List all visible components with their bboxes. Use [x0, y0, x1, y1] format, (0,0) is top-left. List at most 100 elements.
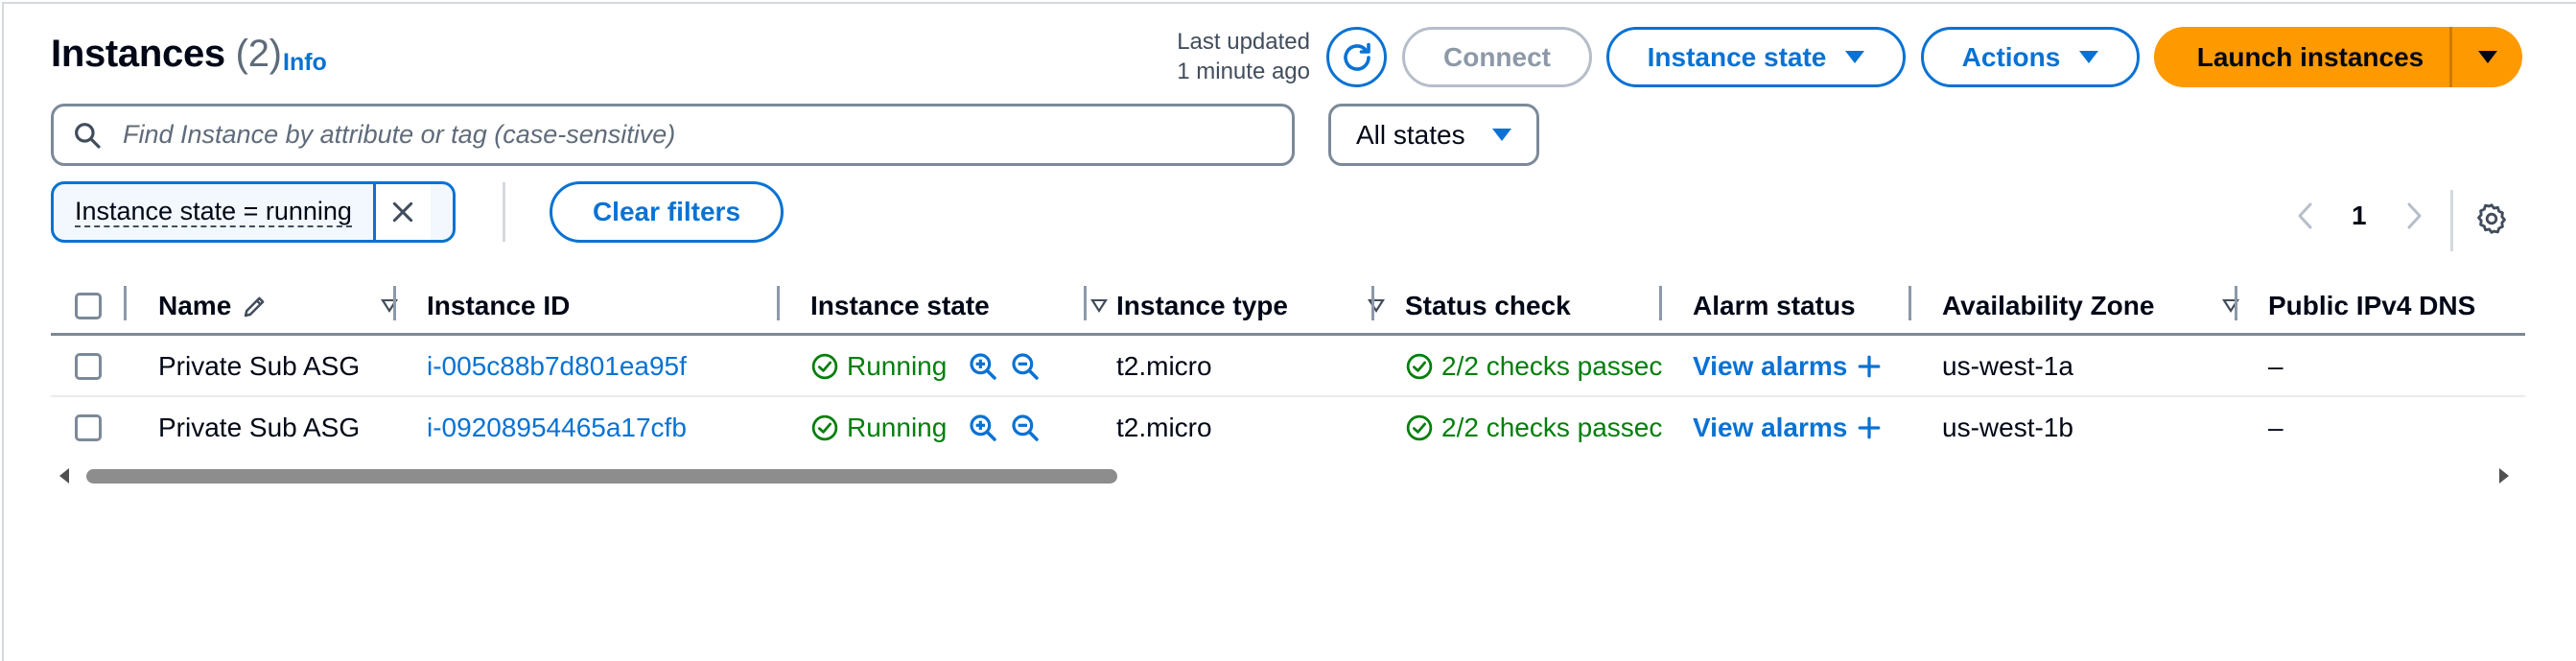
previous-page-button[interactable] — [2294, 201, 2317, 236]
scroll-right-arrow[interactable] — [2497, 467, 2511, 489]
zoom-in-button[interactable] — [968, 351, 998, 382]
filter-token-label[interactable]: Instance state = running — [54, 184, 373, 240]
cell-instance-state: Running — [810, 336, 1098, 397]
launch-instances-split-button: Launch instances — [2154, 27, 2522, 87]
column-header-label: Public IPv4 DNS — [2268, 291, 2476, 320]
row-checkbox[interactable] — [75, 353, 102, 380]
info-link[interactable]: Info — [283, 49, 327, 77]
plus-icon — [1859, 416, 1881, 439]
select-all-checkbox[interactable] — [75, 293, 102, 319]
remove-filter-button[interactable] — [372, 184, 431, 240]
cell-availability-zone: us-west-1a — [1942, 351, 2073, 381]
instance-id-link[interactable]: i-09208954465a17cfb — [427, 397, 772, 459]
table-row[interactable]: Private Sub ASG i-09208954465a17cfb Runn… — [51, 397, 2525, 459]
zoom-out-button[interactable] — [1010, 351, 1041, 382]
caret-down-icon — [2477, 51, 2497, 63]
cell-name: Private Sub ASG — [158, 351, 361, 381]
triangle-left-icon — [59, 468, 69, 484]
instance-count: (2) — [235, 33, 282, 75]
edit-pencil-icon — [245, 296, 265, 318]
select-all-header — [75, 278, 102, 334]
last-updated: Last updated 1 minute ago — [1112, 27, 1310, 86]
row-checkbox[interactable] — [75, 414, 102, 441]
search-input[interactable] — [121, 119, 1292, 151]
preferences-button[interactable] — [2474, 201, 2509, 241]
table-row[interactable]: Private Sub ASG i-005c88b7d801ea95f Runn… — [51, 336, 2525, 397]
column-header-name[interactable]: Name — [158, 278, 417, 334]
column-header-public-ipv4-dns[interactable]: Public IPv4 DNS — [2268, 278, 2525, 334]
clear-filters-button[interactable]: Clear filters — [550, 181, 784, 243]
add-alarm-button[interactable] — [1857, 415, 1882, 440]
column-header-instance-type[interactable]: Instance type — [1116, 278, 1404, 334]
view-alarms-link[interactable]: View alarms — [1693, 413, 1847, 443]
column-header-label: Instance ID — [427, 291, 571, 320]
actions-button[interactable]: Actions — [1921, 27, 2140, 87]
zoom-in-icon — [970, 414, 997, 441]
status-check-text: 2/2 checks passec — [1441, 351, 1663, 381]
column-header-label: Availability Zone — [1942, 291, 2155, 320]
cell-status-check: 2/2 checks passec — [1405, 336, 1664, 397]
filter-token: Instance state = running — [51, 181, 456, 243]
actions-button-label: Actions — [1961, 41, 2061, 72]
triangle-right-icon — [2499, 468, 2509, 484]
zoom-out-button[interactable] — [1010, 413, 1041, 443]
filter-divider — [503, 182, 505, 242]
column-header-instance-id[interactable]: Instance ID — [427, 278, 772, 334]
instance-state-button-label: Instance state — [1647, 41, 1827, 72]
zoom-in-icon — [970, 353, 997, 380]
page-title: Instances (2) — [51, 33, 282, 76]
last-updated-time: 1 minute ago — [1177, 59, 1310, 84]
column-header-instance-state[interactable]: Instance state — [810, 278, 1127, 334]
zoom-out-icon — [1012, 414, 1040, 441]
connect-button[interactable]: Connect — [1402, 27, 1592, 87]
cell-public-ipv4-dns: – — [2268, 413, 2283, 442]
chevron-left-icon — [2298, 202, 2312, 229]
column-resizer[interactable] — [1909, 286, 1911, 320]
column-resizer[interactable] — [124, 286, 127, 320]
zoom-in-button[interactable] — [968, 413, 998, 443]
filter-token-text: Instance state = running — [75, 197, 352, 227]
column-resizer[interactable] — [1659, 286, 1662, 320]
caret-down-icon — [1492, 129, 1511, 141]
column-header-status-check[interactable]: Status check — [1405, 278, 1693, 334]
instance-state-button[interactable]: Instance state — [1606, 27, 1906, 87]
column-header-label: Instance state — [810, 291, 990, 320]
column-header-alarm-status[interactable]: Alarm status — [1693, 278, 1942, 334]
chevron-right-icon — [2407, 202, 2422, 229]
column-header-label: Instance type — [1116, 291, 1288, 320]
states-filter-select[interactable]: All states — [1328, 104, 1539, 166]
success-check-icon — [811, 414, 838, 441]
current-page-number[interactable]: 1 — [2352, 201, 2367, 231]
states-filter-value: All states — [1356, 119, 1465, 150]
launch-instances-button[interactable]: Launch instances — [2154, 27, 2449, 87]
cell-alarm-status: View alarms — [1693, 336, 1913, 397]
refresh-button[interactable] — [1326, 27, 1387, 87]
column-resizer[interactable] — [777, 286, 780, 320]
column-header-label: Name — [158, 291, 232, 320]
sort-icon — [1368, 299, 1385, 313]
cell-instance-type: t2.micro — [1116, 413, 1212, 442]
scrollbar-thumb[interactable] — [86, 469, 1117, 484]
last-updated-label: Last updated — [1177, 29, 1310, 55]
add-alarm-button[interactable] — [1857, 354, 1882, 379]
next-page-button[interactable] — [2402, 201, 2425, 236]
success-check-icon — [1406, 353, 1433, 380]
instance-id-link[interactable]: i-005c88b7d801ea95f — [427, 336, 772, 397]
launch-options-dropdown[interactable] — [2452, 27, 2522, 87]
instance-state-text: Running — [847, 351, 948, 381]
column-resizer[interactable] — [1371, 286, 1374, 320]
scroll-left-arrow[interactable] — [58, 467, 71, 489]
cell-instance-type: t2.micro — [1116, 351, 1212, 381]
column-resizer[interactable] — [2235, 286, 2237, 320]
cell-alarm-status: View alarms — [1693, 397, 1913, 459]
gear-icon — [2477, 203, 2506, 234]
column-resizer[interactable] — [1084, 286, 1087, 320]
row-select-cell — [75, 336, 102, 397]
cell-availability-zone: us-west-1b — [1942, 413, 2073, 442]
zoom-out-icon — [1012, 353, 1040, 380]
column-header-availability-zone[interactable]: Availability Zone — [1942, 278, 2259, 334]
instance-state-text: Running — [847, 413, 948, 442]
view-alarms-link[interactable]: View alarms — [1693, 351, 1847, 382]
column-resizer[interactable] — [393, 286, 396, 320]
cell-instance-state: Running — [810, 397, 1098, 459]
